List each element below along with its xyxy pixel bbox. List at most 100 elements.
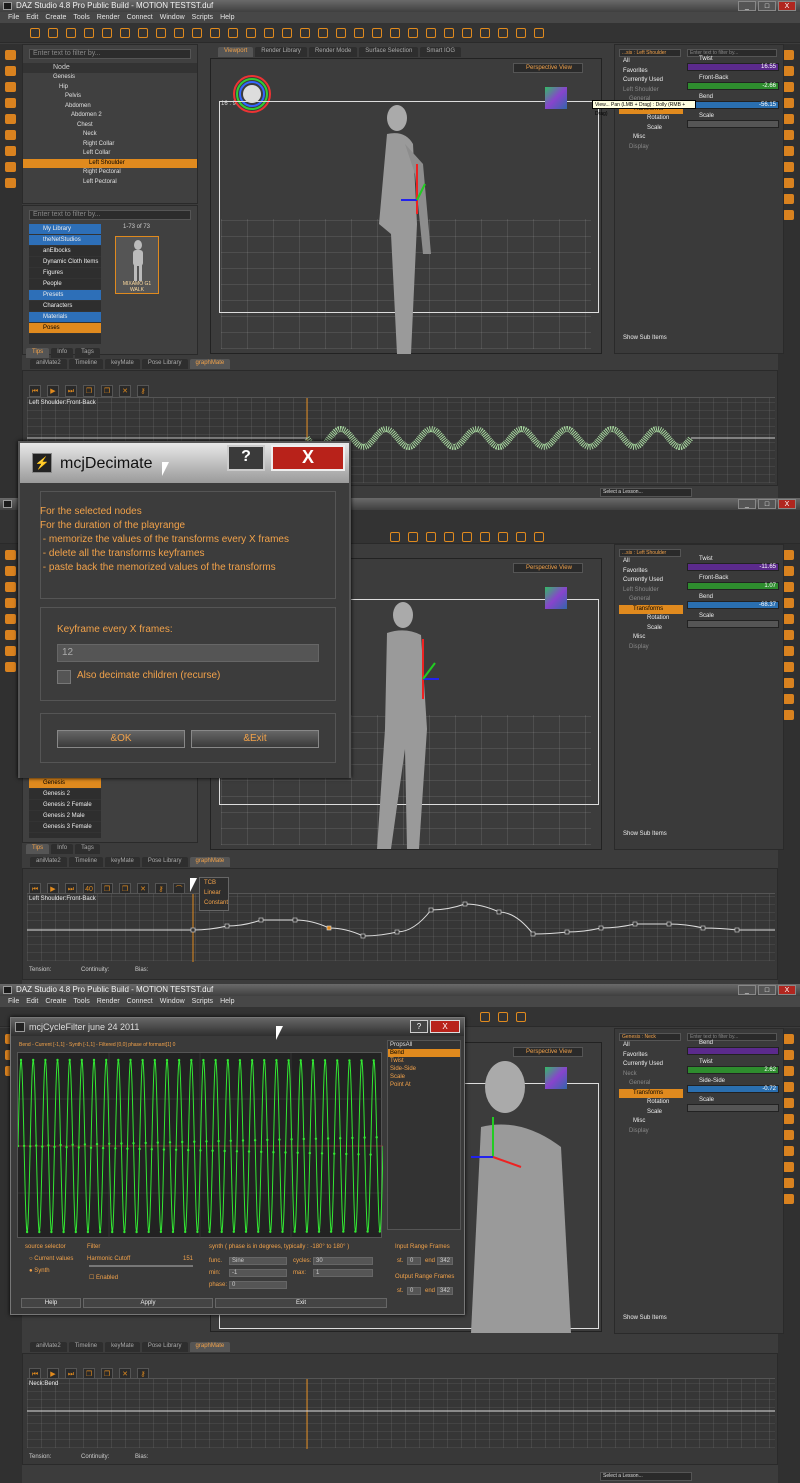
scene-node[interactable]: Hip <box>23 83 197 93</box>
tab-keymate[interactable]: keyMate <box>105 857 140 867</box>
library-folder[interactable]: Materials <box>29 312 101 323</box>
tool-icon[interactable] <box>480 1012 490 1022</box>
library-folder[interactable]: Genesis 3 Female <box>29 822 101 833</box>
param-slider-bar[interactable] <box>687 1047 779 1055</box>
lesson-dropdown[interactable]: Select a Lesson... <box>600 488 692 497</box>
tool-icon[interactable] <box>480 532 490 542</box>
menu-tools[interactable]: Tools <box>73 996 89 1007</box>
tool-icon[interactable] <box>516 532 526 542</box>
menu-file[interactable]: File <box>8 996 19 1007</box>
tool-icon[interactable] <box>783 194 794 204</box>
tab-timeline[interactable]: Timeline <box>68 1342 104 1352</box>
tool-icon[interactable] <box>783 146 794 156</box>
maximize-button[interactable]: □ <box>758 985 776 995</box>
library-folder[interactable]: My Library <box>29 224 101 235</box>
close-window-button[interactable]: X <box>778 1 796 11</box>
close-window-button[interactable]: X <box>778 985 796 995</box>
tool-icon[interactable] <box>264 28 274 38</box>
minimize-button[interactable]: _ <box>738 1 756 11</box>
tool-icon[interactable] <box>783 98 794 108</box>
param-slider-bar[interactable]: -68.37 <box>687 601 779 609</box>
tool-icon[interactable] <box>300 28 310 38</box>
tab-pose-library[interactable]: Pose Library <box>141 857 188 867</box>
min-input[interactable]: -1 <box>229 1269 287 1277</box>
play-button[interactable]: ▶ <box>47 385 59 397</box>
property-item[interactable]: Twist <box>388 1057 460 1065</box>
tool-icon[interactable] <box>480 28 490 38</box>
exit-button[interactable]: Exit <box>215 1298 387 1308</box>
params-tree-item[interactable]: Currently Used <box>619 576 683 586</box>
params-tree-item[interactable]: Misc <box>619 133 683 143</box>
property-item-selected[interactable]: Bend <box>388 1049 460 1057</box>
tool-icon[interactable] <box>783 1114 794 1124</box>
params-tree-item[interactable]: Scale <box>619 124 683 134</box>
scene-node[interactable]: Left Collar <box>23 149 197 159</box>
ok-button[interactable]: &OK <box>57 730 185 748</box>
menu-item-tcb[interactable]: TCB <box>200 878 228 888</box>
tool-icon[interactable] <box>516 28 526 38</box>
exit-button[interactable]: &Exit <box>191 730 319 748</box>
params-tree-item[interactable]: Rotation <box>619 114 683 124</box>
tool-icon[interactable] <box>783 1050 794 1060</box>
library-folder[interactable]: Presets <box>29 290 101 301</box>
tool-icon[interactable] <box>354 28 364 38</box>
param-slider-bar[interactable]: 16.55 <box>687 63 779 71</box>
node-selector-dropdown[interactable]: ...sis : Left Shoulder <box>619 49 681 57</box>
menu-connect[interactable]: Connect <box>127 12 153 23</box>
keyframe-marker[interactable] <box>598 925 604 931</box>
param-slider[interactable]: Front-Back 1.07 <box>687 574 779 593</box>
library-folder-selected[interactable]: Poses <box>29 323 101 334</box>
tab-graphmate[interactable]: graphMate <box>189 359 231 369</box>
library-folder[interactable]: Characters <box>29 301 101 312</box>
property-item[interactable]: Scale <box>388 1073 460 1081</box>
tool-icon[interactable] <box>426 532 436 542</box>
tab-pose-library[interactable]: Pose Library <box>141 359 188 369</box>
library-folder[interactable]: Genesis 2 Male <box>29 811 101 822</box>
param-slider-bar[interactable]: -0.72 <box>687 1085 779 1093</box>
tab-timeline[interactable]: Timeline <box>68 359 104 369</box>
apply-button[interactable]: Apply <box>83 1298 213 1308</box>
menu-item-constant[interactable]: Constant <box>200 898 228 908</box>
property-item[interactable]: Side-Side <box>388 1065 460 1073</box>
param-slider[interactable]: Twist -11.65 <box>687 555 779 574</box>
delete-key-icon[interactable]: ✕ <box>119 385 131 397</box>
param-slider[interactable]: Bend -68.37 <box>687 593 779 612</box>
keyframe-marker[interactable] <box>632 921 638 927</box>
tool-icon[interactable] <box>498 1012 508 1022</box>
show-sub-items-checkbox[interactable]: Show Sub Items <box>623 831 667 837</box>
tool-icon[interactable] <box>5 566 16 576</box>
tool-icon[interactable] <box>246 28 256 38</box>
params-tree-item[interactable]: Misc <box>619 1117 683 1127</box>
tab-render-mode[interactable]: Render Mode <box>308 47 358 57</box>
tool-icon[interactable] <box>102 28 112 38</box>
tool-icon[interactable] <box>783 114 794 124</box>
menu-file[interactable]: File <box>8 12 19 23</box>
tool-icon[interactable] <box>5 66 16 76</box>
tool-icon[interactable] <box>5 598 16 608</box>
tool-icon[interactable] <box>5 614 16 624</box>
params-tree-item-selected[interactable]: Transforms <box>619 604 683 614</box>
scene-node[interactable]: Abdomen 2 <box>23 111 197 121</box>
param-slider[interactable]: Twist 2.62 <box>687 1058 779 1077</box>
current-values-radio[interactable]: ○ Current values <box>29 1256 73 1262</box>
key-icon[interactable]: ⚷ <box>137 385 149 397</box>
input-start-field[interactable]: 0 <box>407 1257 421 1265</box>
perspective-view-dropdown[interactable]: Perspective View <box>513 63 583 73</box>
param-slider[interactable]: Bend <box>687 1039 779 1058</box>
keyframe-marker[interactable] <box>564 929 570 935</box>
tab-tags[interactable]: Tags <box>75 844 100 854</box>
tool-icon[interactable] <box>192 28 202 38</box>
help-text-button[interactable]: Help <box>21 1298 81 1308</box>
params-tree-item[interactable]: Scale <box>619 1108 683 1118</box>
menu-window[interactable]: Window <box>160 996 185 1007</box>
param-slider-bar[interactable]: -2.66 <box>687 82 779 90</box>
scene-node[interactable]: Chest <box>23 121 197 131</box>
scene-node[interactable]: Genesis <box>23 73 197 83</box>
tool-icon[interactable] <box>5 146 16 156</box>
tab-animate2[interactable]: aniMate2 <box>30 857 67 867</box>
tool-icon[interactable] <box>444 28 454 38</box>
tool-icon[interactable] <box>783 614 794 624</box>
close-window-button[interactable]: X <box>778 499 796 509</box>
keyframe-marker[interactable] <box>360 933 366 939</box>
scene-node[interactable]: Abdomen <box>23 102 197 112</box>
